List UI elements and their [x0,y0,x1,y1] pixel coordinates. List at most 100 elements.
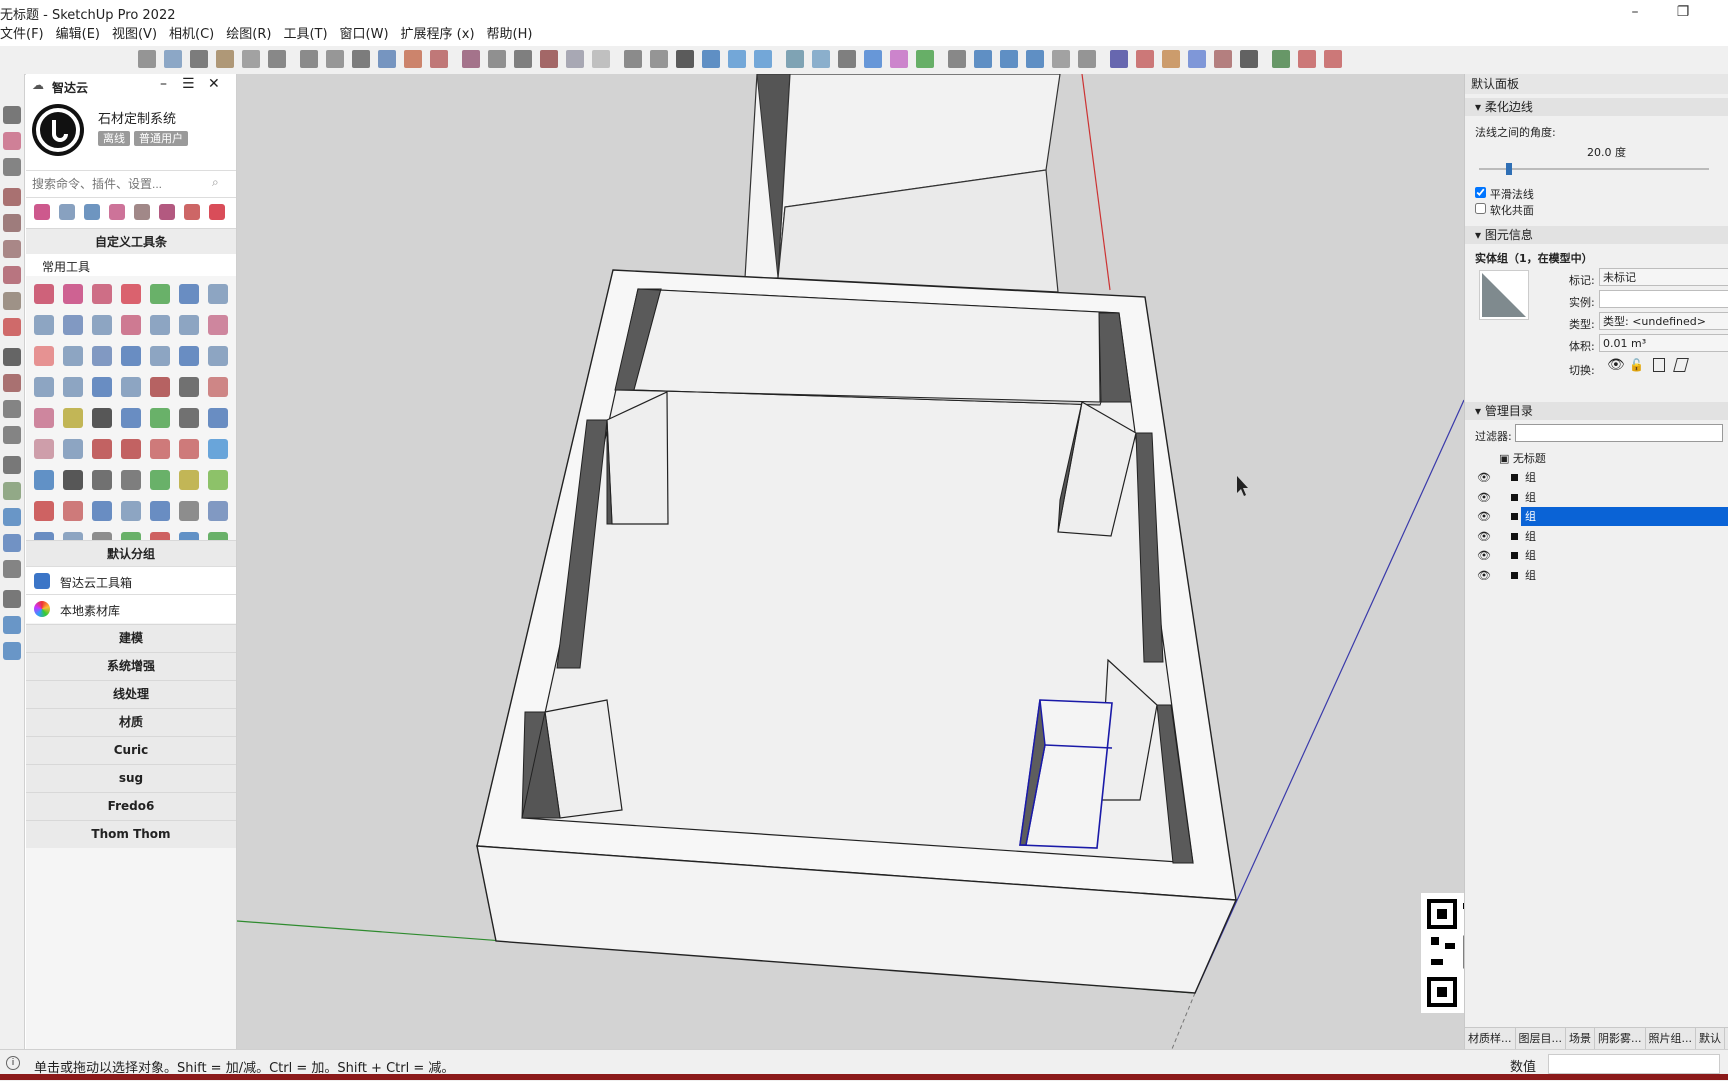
plugin-section-3[interactable]: 材质 [26,708,236,736]
toolbar-tool-icon[interactable] [1000,50,1018,68]
plugin-tool-icon[interactable] [208,346,228,366]
toolbar-tool-icon[interactable] [676,50,694,68]
plugin-tool-icon[interactable] [121,408,141,428]
left-tool-icon[interactable] [3,132,21,150]
plugin-section-0[interactable]: 建模 [26,624,236,652]
outliner-item[interactable]: 👁 组 [1465,468,1728,487]
toolbar-tool-icon[interactable] [812,50,830,68]
toolbar-tool-icon[interactable] [1214,50,1232,68]
toolbar-tool-icon[interactable] [702,50,720,68]
plugin-tool-icon[interactable] [121,470,141,490]
toolbar-tool-icon[interactable] [974,50,992,68]
toolbox-row[interactable]: 智达云工具箱 [26,566,236,595]
menu-item[interactable]: 绘图(R) [226,24,271,46]
toolbar-tool-icon[interactable] [592,50,610,68]
toolbar-tool-icon[interactable] [728,50,746,68]
left-tool-icon[interactable] [3,158,21,176]
eye-icon[interactable]: 👁 [1477,507,1491,526]
outliner-root[interactable]: ▣ 无标题 [1499,450,1546,466]
plugin-tool-icon[interactable] [150,470,170,490]
info-icon[interactable]: i [6,1056,20,1070]
plugin-tool-icon[interactable] [121,284,141,304]
cast-shadow-icon[interactable] [1673,358,1689,372]
angle-slider[interactable] [1479,163,1709,175]
menu-item[interactable]: 工具(T) [283,24,327,46]
toolbar-tool-icon[interactable] [404,50,422,68]
soften-coplanar-checkbox[interactable] [1475,203,1486,214]
model-canvas[interactable] [237,74,1464,1049]
eye-icon[interactable]: 👁 [1477,468,1491,487]
menu-icon[interactable]: ☰ [182,76,195,92]
left-tool-icon[interactable] [3,292,21,310]
toolbar-tool-icon[interactable] [864,50,882,68]
left-tool-icon[interactable] [3,348,21,366]
tray-tab[interactable]: 阴影雾... [1595,1028,1646,1050]
left-tool-icon[interactable] [3,214,21,232]
left-tool-icon[interactable] [3,534,21,552]
plugin-tool-icon[interactable] [179,439,199,459]
toolbar-tool-icon[interactable] [624,50,642,68]
plugin-tool-icon[interactable] [150,284,170,304]
toolbar-tool-icon[interactable] [326,50,344,68]
toolbar-tool-icon[interactable] [352,50,370,68]
search-input[interactable] [30,175,204,193]
plugin-tool-icon[interactable] [150,501,170,521]
toolbar-tool-icon[interactable] [540,50,558,68]
plugin-quick-icon[interactable] [59,204,75,220]
tray-tab[interactable]: 图层目... [1516,1028,1566,1050]
plugin-tool-icon[interactable] [208,501,228,521]
plugin-tool-icon[interactable] [208,315,228,335]
measurements-input[interactable] [1548,1054,1720,1074]
left-tool-icon[interactable] [3,560,21,578]
toolbar-tool-icon[interactable] [916,50,934,68]
plugin-tool-icon[interactable] [179,501,199,521]
plugin-tool-icon[interactable] [63,439,83,459]
left-tool-icon[interactable] [3,188,21,206]
plugin-quick-icon[interactable] [34,204,50,220]
toolbar-tool-icon[interactable] [1324,50,1342,68]
toolbar-tool-icon[interactable] [890,50,908,68]
entity-info-header[interactable]: ▾ 图元信息 [1465,226,1728,244]
menu-item[interactable]: 视图(V) [112,24,157,46]
plugin-quick-icon[interactable] [209,204,225,220]
toolbar-tool-icon[interactable] [462,50,480,68]
toolbar-tool-icon[interactable] [190,50,208,68]
outliner-item[interactable]: 👁 组 [1465,566,1728,585]
menu-item[interactable]: 相机(C) [169,24,214,46]
toolbar-tool-icon[interactable] [754,50,772,68]
eye-icon[interactable]: 👁 [1477,488,1491,507]
plugin-tool-icon[interactable] [121,439,141,459]
eye-icon[interactable]: 👁 [1477,566,1491,585]
left-tool-icon[interactable] [3,266,21,284]
plugin-tool-icon[interactable] [92,408,112,428]
toolbar-tool-icon[interactable] [514,50,532,68]
plugin-section-6[interactable]: Fredo6 [26,792,236,820]
left-tool-icon[interactable] [3,374,21,392]
toolbar-tool-icon[interactable] [268,50,286,68]
menu-item[interactable]: 文件(F) [0,24,44,46]
plugin-tool-icon[interactable] [208,377,228,397]
left-tool-icon[interactable] [3,616,21,634]
receive-shadow-icon[interactable] [1653,358,1665,372]
plugin-tool-icon[interactable] [208,470,228,490]
toolbar-tool-icon[interactable] [1272,50,1290,68]
plugin-tool-icon[interactable] [150,377,170,397]
soften-coplanar-row[interactable]: 软化共面 [1475,202,1534,218]
plugin-tool-icon[interactable] [179,315,199,335]
slider-thumb[interactable] [1505,163,1512,175]
search-icon[interactable]: ⌕ [212,175,219,190]
smooth-normals-checkbox[interactable] [1475,187,1486,198]
plugin-tool-icon[interactable] [63,284,83,304]
left-tool-icon[interactable] [3,318,21,336]
smooth-normals-row[interactable]: 平滑法线 [1475,186,1534,202]
plugin-tool-icon[interactable] [150,439,170,459]
toolbar-tool-icon[interactable] [1026,50,1044,68]
plugin-tool-icon[interactable] [179,346,199,366]
plugin-tool-icon[interactable] [179,284,199,304]
plugin-tool-icon[interactable] [150,346,170,366]
plugin-tool-icon[interactable] [121,501,141,521]
plugin-tool-icon[interactable] [34,377,54,397]
close-icon[interactable]: ✕ [208,76,220,92]
plugin-quick-icon[interactable] [134,204,150,220]
plugin-tool-icon[interactable] [92,501,112,521]
